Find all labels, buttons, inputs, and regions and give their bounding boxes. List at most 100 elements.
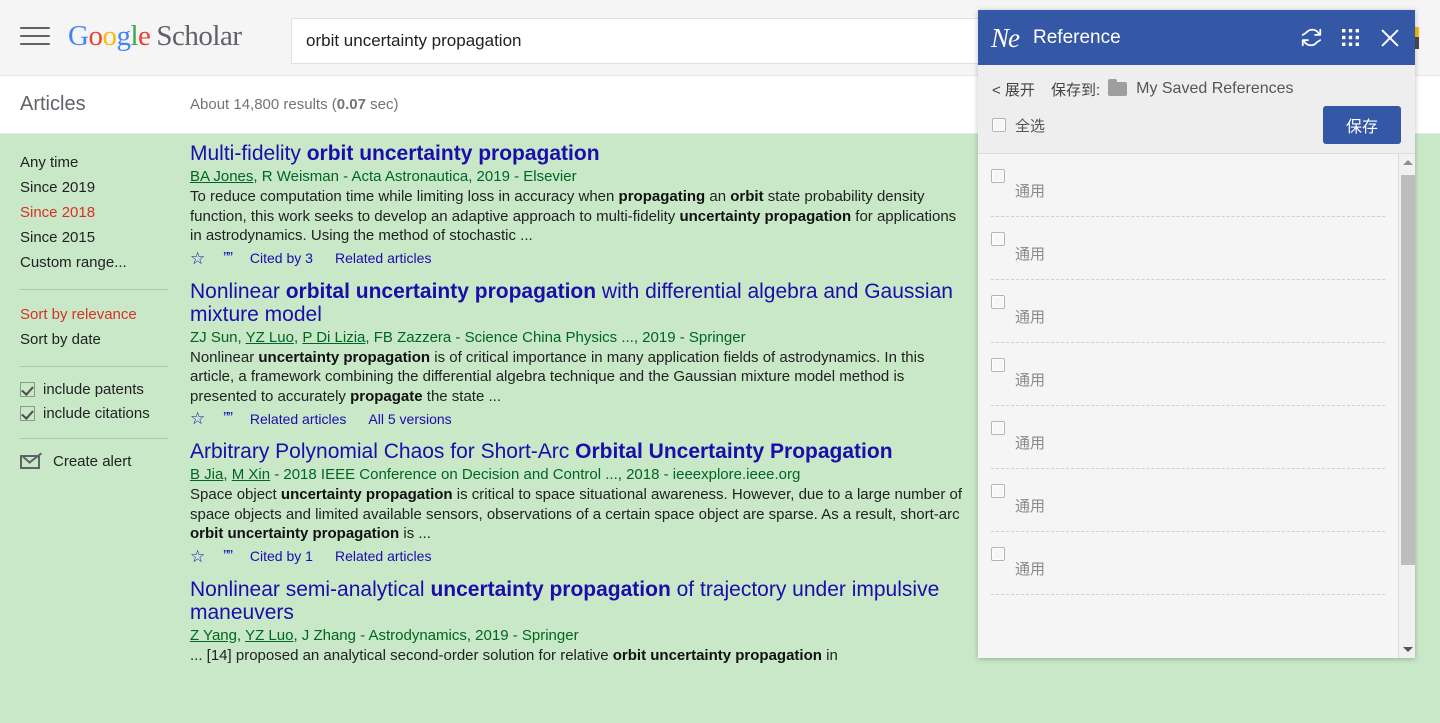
create-alert-label: Create alert	[53, 453, 132, 470]
sort-filter-item[interactable]: Sort by relevance	[20, 302, 172, 327]
time-filter-item[interactable]: Any time	[20, 150, 172, 175]
reference-item-checkbox[interactable]	[991, 484, 1005, 498]
result-meta-text: ,	[236, 626, 246, 644]
reference-item-checkbox[interactable]	[991, 358, 1005, 372]
refresh-icon[interactable]	[1301, 27, 1322, 48]
panel-title: Reference	[1033, 26, 1121, 48]
checkbox-icon[interactable]	[20, 406, 35, 421]
reference-list-item[interactable]: 通用	[991, 217, 1385, 280]
search-result-item: Nonlinear orbital uncertainty propagatio…	[190, 280, 970, 428]
save-star-icon[interactable]: ☆	[190, 410, 205, 427]
result-action-link[interactable]: Related articles	[335, 548, 432, 564]
cite-quote-icon[interactable]: ””	[223, 548, 233, 565]
select-all-label[interactable]: 全选	[1015, 115, 1323, 136]
reference-list-item[interactable]: 通用	[991, 469, 1385, 532]
result-meta-text: ZJ Sun,	[190, 328, 246, 346]
scrollbar-thumb[interactable]	[1401, 175, 1415, 565]
result-action-link[interactable]: Related articles	[335, 250, 432, 266]
tab-articles[interactable]: Articles	[20, 93, 86, 116]
reference-item-checkbox[interactable]	[991, 421, 1005, 435]
author-link[interactable]: YZ Luo	[246, 329, 294, 346]
result-action-link[interactable]: Related articles	[250, 411, 347, 427]
close-icon[interactable]	[1379, 27, 1401, 49]
time-filter-item[interactable]: Since 2019	[20, 175, 172, 200]
search-filters-sidebar: Any time Since 2019 Since 2018 Since 2015 Cu…	[20, 150, 172, 473]
include-option[interactable]: include patents	[20, 379, 172, 400]
time-filter-item[interactable]: Custom range...	[20, 250, 172, 275]
reference-list-item[interactable]: 通用	[991, 154, 1385, 217]
reference-list-item[interactable]: 通用	[991, 532, 1385, 595]
time-filter-group: Any time Since 2019 Since 2018 Since 2015 Cu…	[20, 150, 172, 275]
hamburger-bar	[20, 35, 50, 37]
result-title-text: Orbital Uncertainty Propagation	[575, 440, 893, 463]
author-link[interactable]: Z Yang	[190, 627, 237, 644]
reference-item-checkbox[interactable]	[991, 295, 1005, 309]
include-options-group: include patents include citations	[20, 379, 172, 424]
select-all-checkbox[interactable]	[992, 118, 1006, 132]
result-authors-meta: BA Jones, R Weisman - Acta Astronautica,…	[190, 167, 970, 186]
author-link[interactable]: M Xin	[232, 466, 270, 483]
panel-toolbar-row-saveto: < 展开 保存到: My Saved References	[992, 75, 1401, 103]
author-link[interactable]: YZ Luo	[245, 627, 293, 644]
reference-item-checkbox[interactable]	[991, 547, 1005, 561]
reference-list-item[interactable]: 通用	[991, 343, 1385, 406]
save-star-icon[interactable]: ☆	[190, 548, 205, 565]
result-title-link[interactable]: Nonlinear orbital uncertainty propagatio…	[190, 280, 970, 326]
scroll-down-arrow[interactable]	[1399, 641, 1415, 658]
cite-quote-icon[interactable]: ””	[223, 410, 233, 427]
result-title-link[interactable]: Nonlinear semi-analytical uncertainty pr…	[190, 578, 970, 624]
save-to-label: 保存到:	[1050, 81, 1101, 99]
divider	[20, 366, 168, 367]
create-alert-button[interactable]: Create alert	[20, 451, 172, 473]
hamburger-menu-icon[interactable]	[20, 24, 50, 48]
result-action-link[interactable]: Cited by 1	[250, 548, 313, 564]
target-folder-name[interactable]: My Saved References	[1136, 80, 1293, 98]
result-snippet-text: orbit uncertainty propagation	[190, 525, 400, 542]
results-count-suffix: sec)	[365, 96, 399, 113]
time-filter-item[interactable]: Since 2018	[20, 200, 172, 225]
result-authors-meta: ZJ Sun, YZ Luo, P Di Lizia, FB Zazzera -…	[190, 328, 970, 347]
logo-letter-G: G	[68, 20, 89, 52]
author-link[interactable]: B Jia	[190, 466, 223, 483]
logo-letter-l: l	[130, 20, 139, 52]
result-title-link[interactable]: Multi-fidelity orbit uncertainty propaga…	[190, 142, 970, 165]
include-option-label: include citations	[43, 405, 150, 422]
result-action-link[interactable]: Cited by 3	[250, 250, 313, 266]
apps-grid-icon[interactable]	[1341, 28, 1360, 47]
include-option[interactable]: include citations	[20, 403, 172, 424]
reference-item-label: 通用	[1015, 498, 1046, 515]
save-button[interactable]: 保存	[1322, 106, 1401, 144]
scroll-up-arrow[interactable]	[1399, 154, 1415, 171]
search-input[interactable]	[292, 19, 990, 63]
result-snippet-text: propagating	[618, 188, 706, 205]
search-result-item: Nonlinear semi-analytical uncertainty pr…	[190, 578, 970, 666]
reference-list-scrollbar[interactable]	[1398, 154, 1415, 658]
result-title-text: orbit uncertainty propagation	[306, 142, 600, 165]
reference-list-item[interactable]: 通用	[991, 406, 1385, 469]
sort-filter-item[interactable]: Sort by date	[20, 327, 172, 352]
result-action-link[interactable]: All 5 versions	[368, 411, 451, 427]
result-actions: ☆ ”” Cited by 3 Related articles	[190, 250, 970, 267]
result-snippet-text: orbit	[730, 188, 764, 205]
result-title-link[interactable]: Arbitrary Polynomial Chaos for Short-Arc…	[190, 440, 970, 463]
reference-item-label: 通用	[1015, 309, 1046, 326]
reference-item-checkbox[interactable]	[991, 169, 1005, 183]
reference-list-item[interactable]: 通用	[991, 280, 1385, 343]
include-option-label: include patents	[43, 381, 144, 398]
search-box[interactable]	[291, 18, 991, 64]
reference-item-checkbox[interactable]	[991, 232, 1005, 246]
result-meta-text: , R Weisman - Acta Astronautica, 2019 - …	[253, 168, 577, 185]
result-actions: ☆ ”” Related articles All 5 versions	[190, 410, 970, 427]
expand-toggle[interactable]: < 展开	[992, 79, 1035, 100]
author-link[interactable]: BA Jones	[190, 168, 253, 185]
time-filter-item[interactable]: Since 2015	[20, 225, 172, 250]
noteexpress-logo: Ne	[991, 22, 1020, 53]
save-star-icon[interactable]: ☆	[190, 250, 205, 267]
result-snippet-text: orbit uncertainty propagation	[612, 646, 822, 664]
checkbox-icon[interactable]	[20, 382, 35, 397]
results-count-time: 0.07	[336, 96, 366, 113]
envelope-icon	[20, 455, 40, 469]
author-link[interactable]: P Di Lizia	[302, 329, 365, 346]
google-scholar-logo[interactable]: Google Scholar	[68, 20, 242, 53]
cite-quote-icon[interactable]: ””	[223, 250, 233, 267]
